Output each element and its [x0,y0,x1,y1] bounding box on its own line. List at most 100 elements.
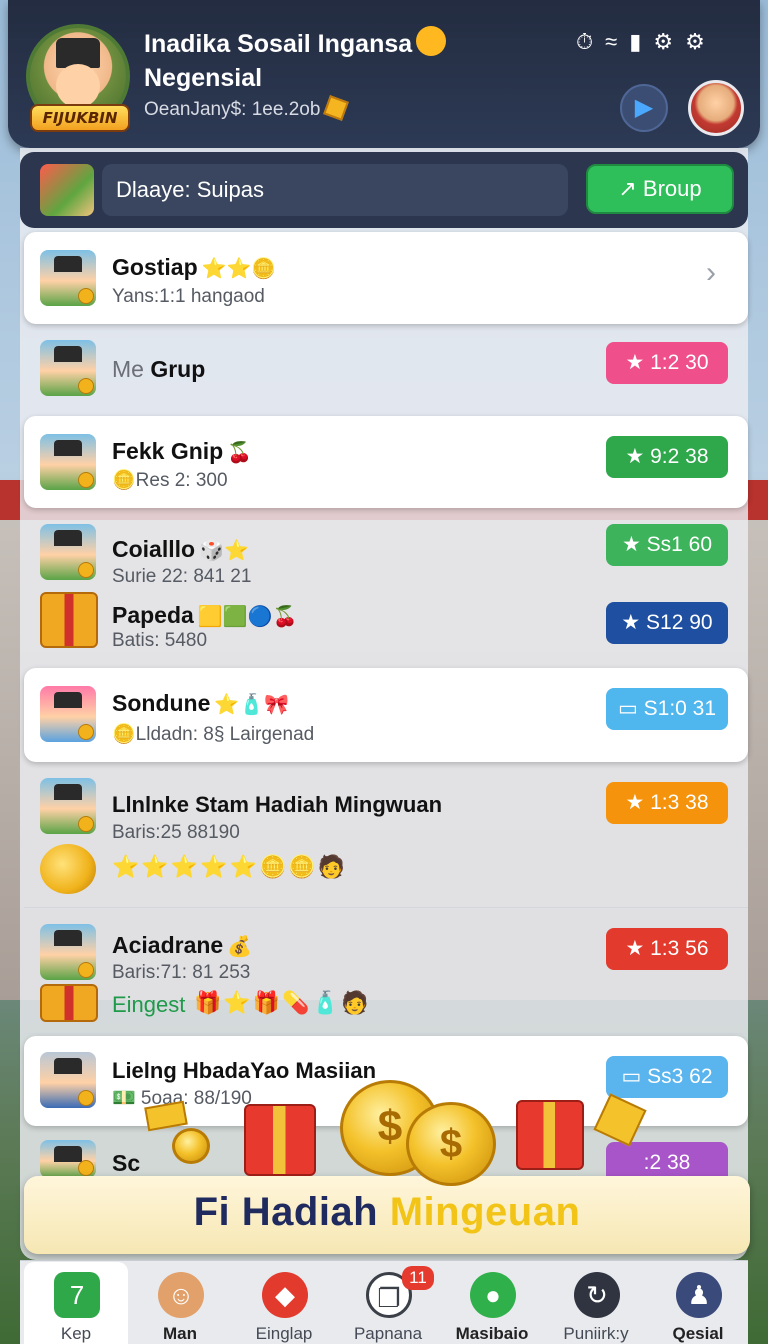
row-avatar [40,1052,96,1108]
list-item[interactable]: Aciadrane 💰 Baris:71: 81 253 Eingest 🎁⭐🎁💊… [24,910,748,1034]
row-decoration: ⭐⭐🪙 [201,258,277,280]
coin-stack-icon [172,1128,210,1164]
row-decoration: 🟨🟩🔵🍒 [197,606,298,628]
row-name: Me Grup [112,356,205,383]
row-name: Coialllo 🎲⭐ [112,536,249,562]
row-avatar [40,524,96,580]
row-name: Gostiap ⭐⭐🪙 [112,254,277,280]
row-name: Lielng HbadaYao Masiian [112,1058,377,1083]
score-pill[interactable]: ▭ Ss3 62 [606,1056,728,1098]
gold-coin-icon: $ [406,1102,496,1186]
gift-icon [40,592,98,648]
score-pill[interactable]: ★ Ss1 60 [606,524,728,566]
signal-icon: ▮ [629,29,642,54]
list-item[interactable]: Me Grup ★ 1:2 30 [24,326,748,412]
row-decoration: 🍒 [227,442,253,464]
row-avatar [40,340,96,396]
play-button[interactable]: ▶ [620,84,668,132]
nav-label: Einglap [255,1324,313,1343]
nav-home[interactable]: 7 Kep [24,1262,128,1344]
group-thumbnail[interactable] [40,164,94,216]
group-button[interactable]: ↗ Broup [586,164,734,214]
coin-icon [323,95,350,121]
row-avatar [40,686,96,742]
score-pill[interactable]: ★ 9:2 38 [606,436,728,478]
row-subtitle: Yans:1:1 hangaod [112,286,265,307]
row-subtitle: Surie 22: 841 21 [112,566,252,587]
row-decoration: ⭐🧴🎀 [214,694,290,716]
score-pill[interactable]: ★ 1:3 56 [606,928,728,970]
refresh-icon: ↻ [574,1272,620,1318]
score-pill[interactable]: ★ 1:2 30 [606,342,728,384]
nav-label: Man [163,1324,197,1343]
balloon-icon: ● [470,1272,516,1318]
settings-icon[interactable]: ⚙ [653,29,673,55]
score-pill[interactable]: ▭ S1:0 31 [606,688,728,730]
list-item[interactable]: Coialllo 🎲⭐ Surie 22: 841 21 ★ Ss1 60 [24,512,748,592]
row-subtitle: 🪙Lldadn: 8§ Lairgenad [112,724,315,745]
app-title: Inadika Sosail Ingansa Negensial [144,26,464,95]
list-item[interactable]: Papeda 🟨🟩🔵🍒 Batis: 5480 ★ S12 90 [24,592,748,664]
title-line-1: Inadika Sosail Ingansa [144,30,413,58]
nav-messages[interactable]: ❐ 11 Papnana [336,1262,440,1344]
nav-account[interactable]: ♟ Qesial [648,1262,748,1344]
list-item[interactable]: Gostiap ⭐⭐🪙 Yans:1:1 hangaod › [24,232,748,324]
profile-icon: ☺ [158,1272,204,1318]
home-icon: 7 [54,1272,100,1318]
list-item[interactable]: Sondune ⭐🧴🎀 🪙Lldadn: 8§ Lairgenad ▭ S1:0 … [24,668,748,762]
row-avatar [40,434,96,490]
weekly-reward-banner[interactable]: Fi Hadiah Mingeuan [24,1176,750,1254]
nav-label: Masibaio [455,1324,529,1343]
row-name: Llnlnke Stam Hadiah Mingwuan [112,792,443,817]
row-decoration: 🎲⭐ [199,540,249,562]
user-avatar[interactable] [688,80,744,136]
coins-balance: OeanJany$: 1ee.2ob [144,95,350,121]
wifi-icon: ≈ [605,29,618,54]
row-avatar [40,1140,96,1178]
row-name: Papeda 🟨🟩🔵🍒 [112,602,298,628]
nav-refresh[interactable]: ↻ Puniirk:y [544,1262,648,1344]
list-item[interactable]: Fekk Gnip 🍒 🪙Res 2: 300 ★ 9:2 38 [24,416,748,508]
gear-icon[interactable]: ⚙ [685,29,705,55]
row-name: Fekk Gnip 🍒 [112,438,253,464]
nav-label: Puniirk:y [563,1324,629,1343]
row-subtitle: Baris:71: 81 253 [112,962,251,983]
list-item[interactable]: Llnlnke Stam Hadiah Mingwuan Baris:25 88… [24,766,748,908]
coins-text: OeanJany$: 1ee.2ob [144,99,321,120]
gift-icon [516,1100,584,1170]
row-decoration: 💰 [227,936,253,958]
gift-icon [40,984,98,1022]
smiley-icon [416,26,447,56]
coins-icon [40,844,96,894]
row-subtitle: 🪙Res 2: 300 [112,470,228,491]
row-avatar [40,924,96,980]
search-input[interactable]: Dlaaye: Suipas [102,164,568,216]
nav-label: Kep [60,1324,92,1343]
row-avatar [40,778,96,834]
row-subtitle: Baris:25 88190 [112,822,240,843]
chat-icon: ◆ [262,1272,308,1318]
row-extra-label: Eingest [112,992,186,1017]
user-icon: ♟ [676,1272,722,1318]
status-bar: ⏱ ≈ ▮ ⚙ ⚙ [576,28,748,56]
row-name-main: Grup [150,356,206,382]
score-pill[interactable]: ★ 1:3 38 [606,782,728,824]
row-subtitle: Batis: 5480 [112,630,208,651]
gift-icon [244,1104,316,1176]
row-avatar [40,250,96,306]
reward-icons: ⭐⭐⭐⭐⭐🪙🪙🧑 [112,854,348,879]
row-name-prefix: Me [112,356,144,382]
title-line-2: Negensial [144,64,263,92]
timer-icon: ⏱ [576,29,594,54]
notification-badge: 11 [402,1266,434,1290]
nav-label: Papnana [353,1324,423,1343]
score-pill[interactable]: ★ S12 90 [606,602,728,644]
nav-label: Qesial [672,1324,724,1343]
nav-balloon[interactable]: ● Masibaio [440,1262,544,1344]
chevron-right-icon[interactable]: › [706,256,716,290]
nav-chat[interactable]: ◆ Einglap [232,1262,336,1344]
row-name: Sc [112,1150,141,1176]
reward-icons: 🎁⭐🎁💊🧴🧑 [194,990,371,1015]
nav-profile[interactable]: ☺ Man [128,1262,232,1344]
play-icon: ▶ [634,94,654,121]
